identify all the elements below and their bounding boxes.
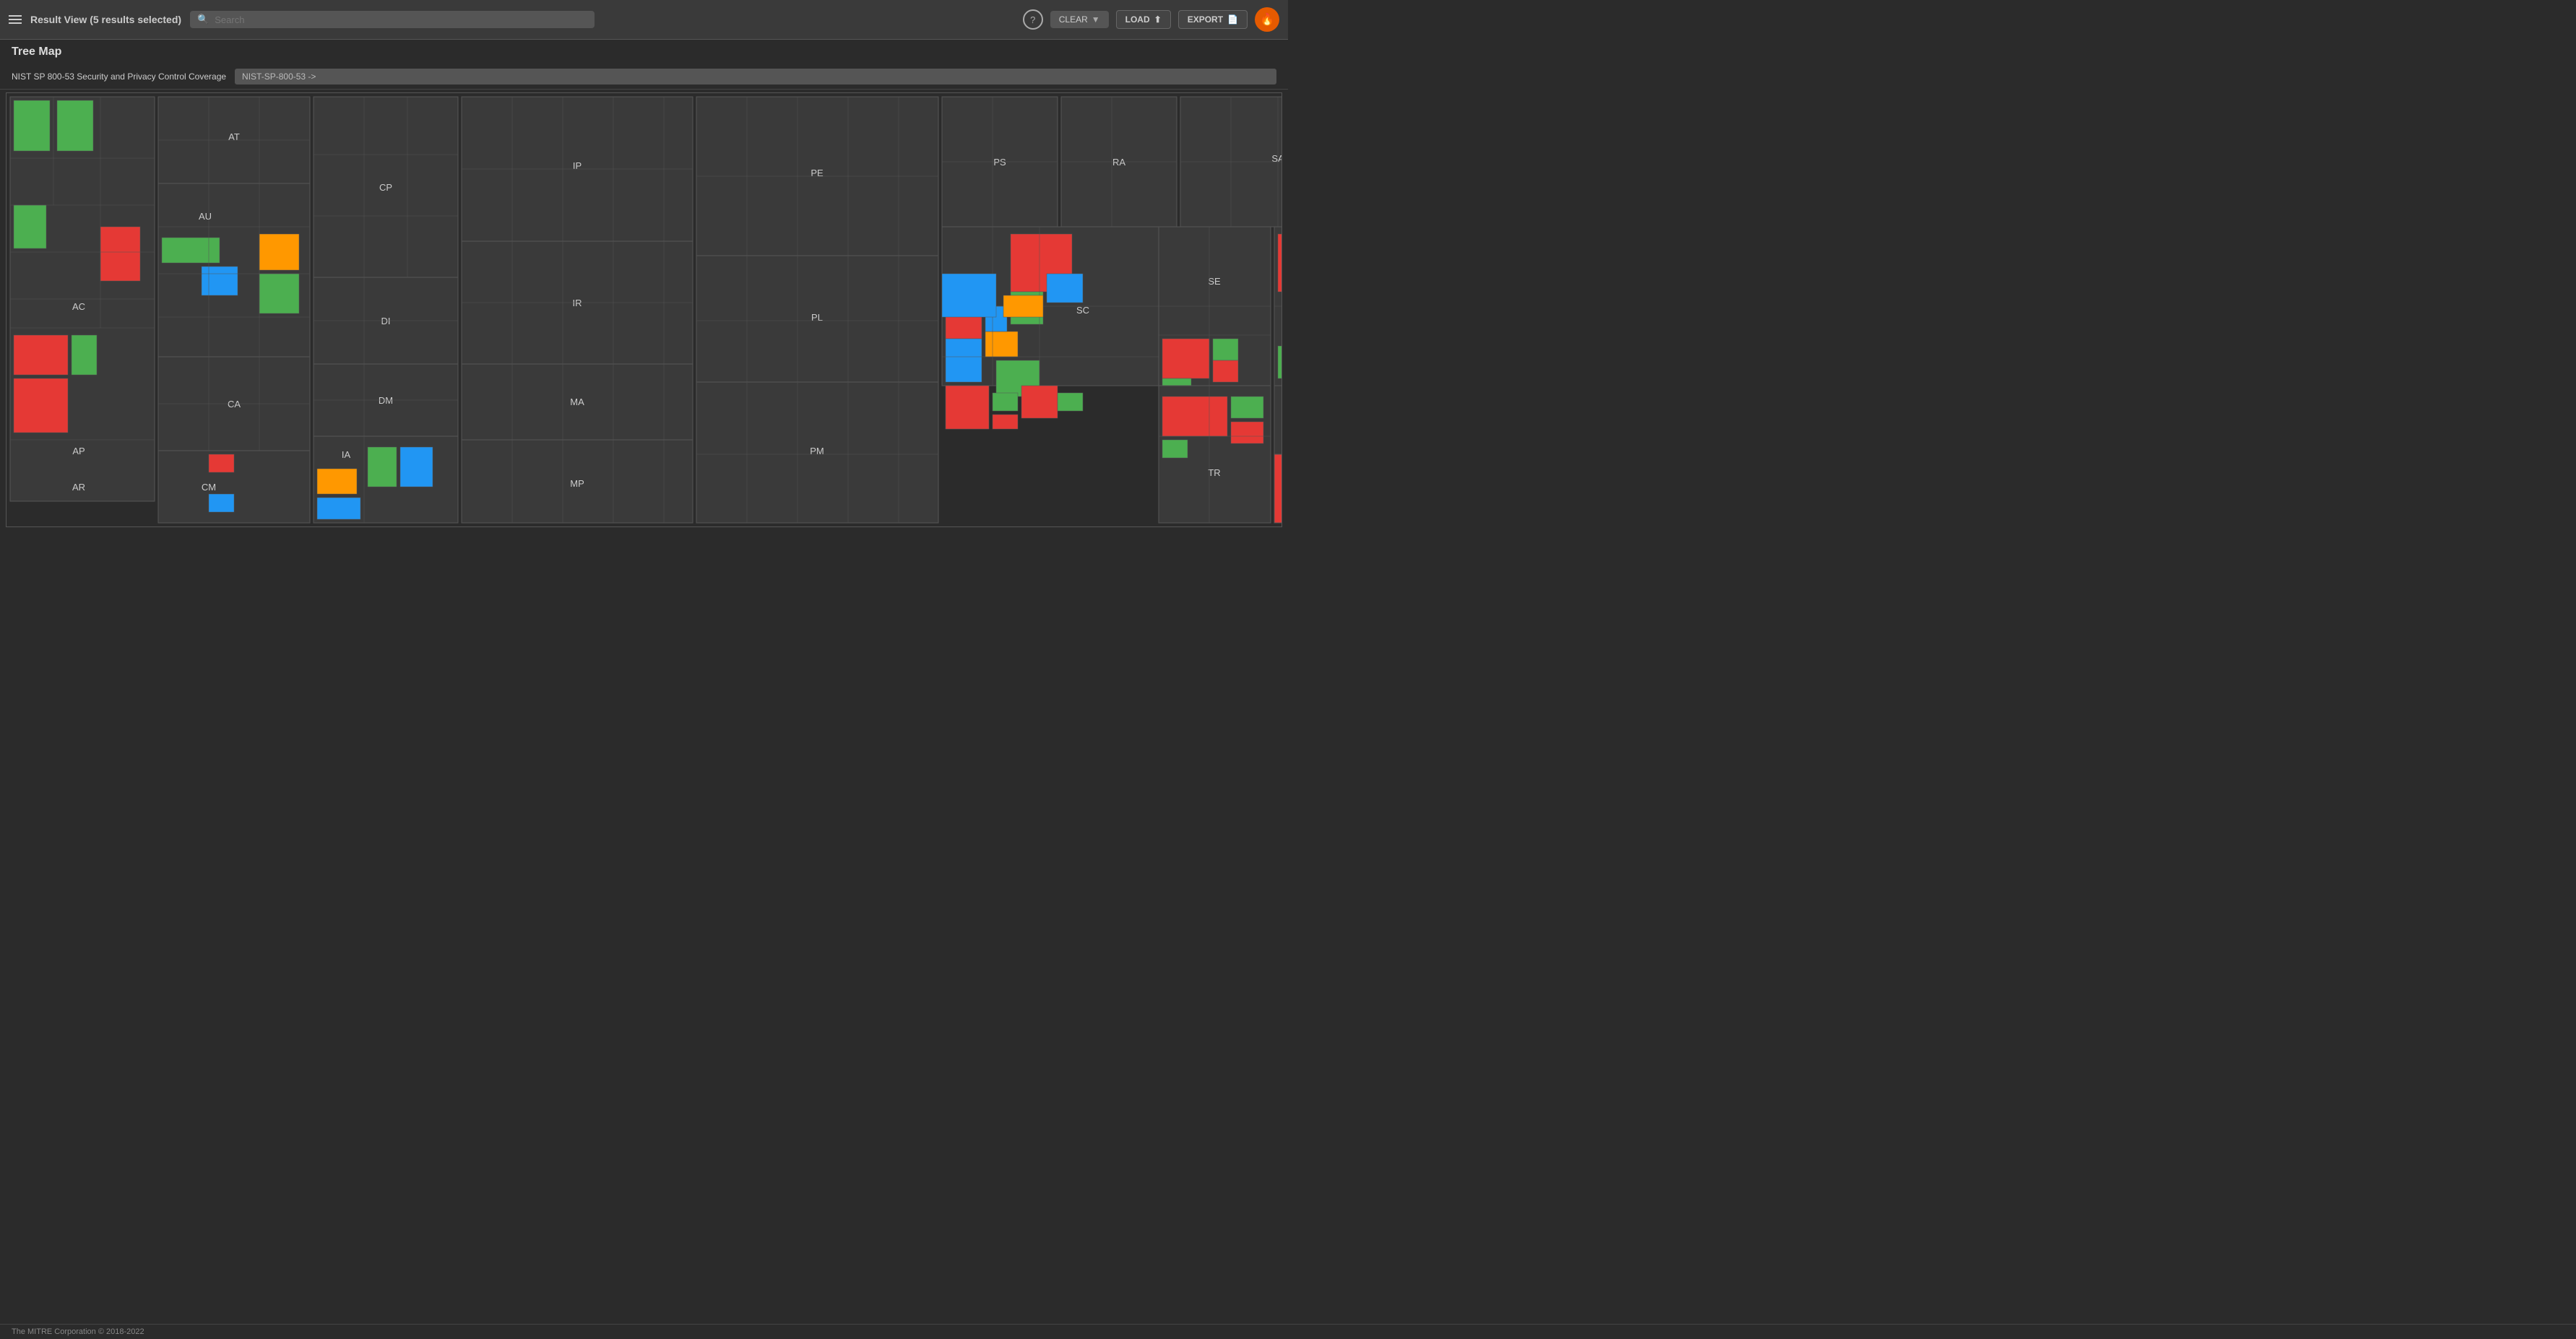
clear-button[interactable]: CLEAR ▼	[1050, 11, 1109, 28]
treemap-container: .cell { fill: #3a3a3a; stroke: #555; str…	[6, 92, 1282, 527]
menu-icon[interactable]	[9, 15, 22, 24]
search-bar: 🔍	[190, 11, 595, 28]
cell-ma[interactable]	[462, 364, 693, 440]
cell-pm[interactable]	[696, 382, 938, 523]
treemap-svg: .cell { fill: #3a3a3a; stroke: #555; str…	[7, 93, 1281, 526]
cell-mp[interactable]	[462, 440, 693, 523]
header-right: ? CLEAR ▼ LOAD ⬆ EXPORT 📄 🔥	[1023, 7, 1279, 32]
filter-icon: ▼	[1092, 14, 1100, 25]
upload-icon: ⬆	[1154, 14, 1162, 25]
cell-ul[interactable]	[1274, 386, 1281, 454]
help-button[interactable]: ?	[1023, 9, 1043, 30]
cell-pl[interactable]	[696, 256, 938, 382]
cell-cp[interactable]	[314, 97, 458, 277]
search-icon: 🔍	[197, 14, 209, 25]
user-avatar[interactable]: 🔥	[1255, 7, 1279, 32]
search-input[interactable]	[215, 14, 587, 25]
copyright: The MITRE Corporation © 2018-2022	[12, 1327, 144, 1336]
app-header: Result View (5 results selected) 🔍 ? CLE…	[0, 0, 1288, 40]
export-icon: 📄	[1227, 14, 1238, 25]
cell-um[interactable]	[1274, 454, 1281, 523]
header-title: Result View (5 results selected)	[30, 14, 181, 25]
page-title: Tree Map	[0, 40, 1288, 64]
breadcrumb-bar: NIST SP 800-53 Security and Privacy Cont…	[0, 64, 1288, 90]
breadcrumb-label: NIST SP 800-53 Security and Privacy Cont…	[12, 72, 226, 82]
export-button[interactable]: EXPORT 📄	[1178, 10, 1248, 29]
breadcrumb-path[interactable]: NIST-SP-800-53 ->	[235, 69, 1276, 84]
footer: The MITRE Corporation © 2018-2022	[0, 1324, 2576, 1339]
load-button[interactable]: LOAD ⬆	[1116, 10, 1171, 29]
